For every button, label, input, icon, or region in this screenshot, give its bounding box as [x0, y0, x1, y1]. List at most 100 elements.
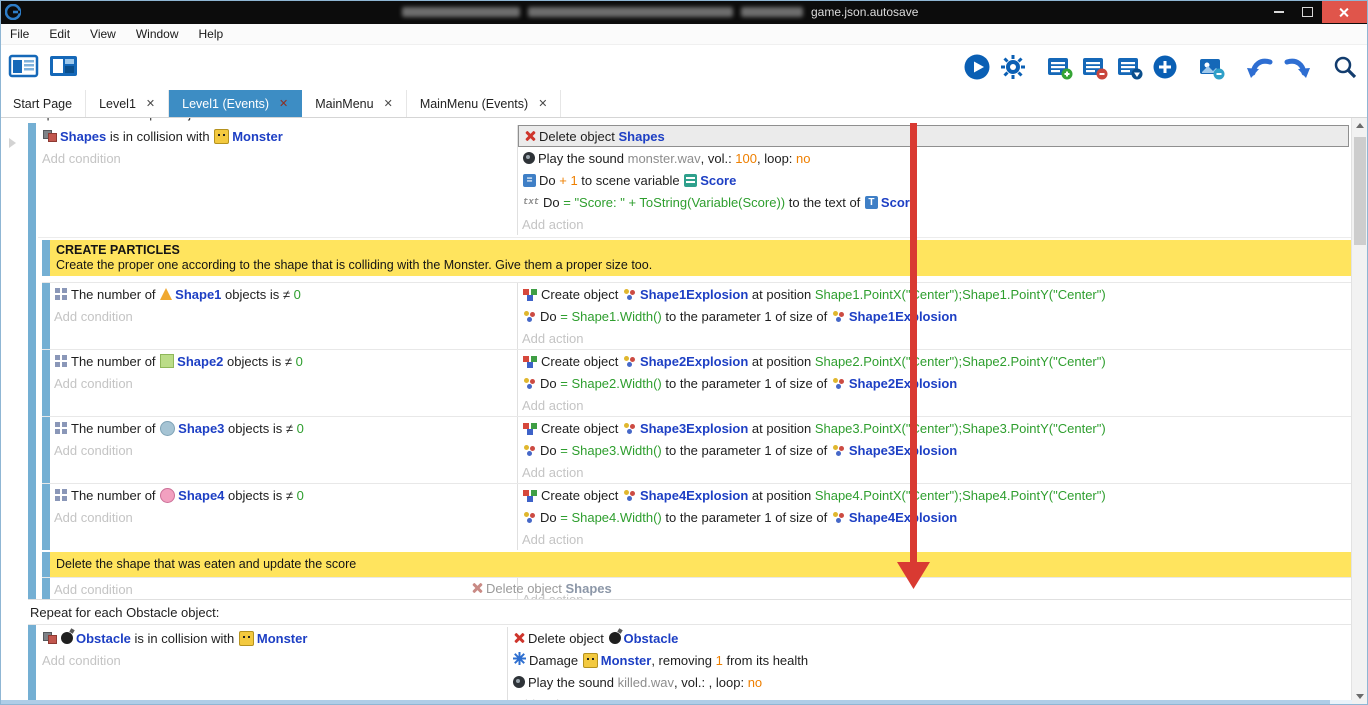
- particle-icon: [523, 377, 537, 390]
- menu-file[interactable]: File: [0, 24, 39, 44]
- debug-icon[interactable]: [1000, 54, 1026, 80]
- action-create-shape2-explosion[interactable]: Create object Shape2Explosion at positio…: [518, 350, 1352, 372]
- add-condition[interactable]: Add condition: [50, 372, 517, 394]
- window-title: game.json.autosave: [402, 5, 918, 19]
- sub-event-empty[interactable]: Add condition Add action Delete object S…: [42, 577, 1352, 599]
- vertical-scrollbar[interactable]: [1351, 117, 1368, 705]
- scroll-down-icon[interactable]: [1352, 688, 1367, 705]
- condition-shapes-collision-monster[interactable]: Shapes is in collision with Monster: [38, 125, 517, 147]
- tab-close-icon[interactable]: ✕: [384, 97, 393, 110]
- comment-create-particles[interactable]: CREATE PARTICLES Create the proper one a…: [42, 240, 1352, 276]
- add-event-icon[interactable]: [1047, 54, 1073, 80]
- add-action[interactable]: Add action: [518, 327, 1352, 349]
- event-repeat-obstacle[interactable]: Obstacle is in collision with Monster Ad…: [28, 624, 1352, 700]
- action-create-shape1-explosion[interactable]: Create object Shape1Explosion at positio…: [518, 283, 1352, 305]
- condition-shape2-count[interactable]: The number of Shape2 objects is ≠ 0: [50, 350, 517, 372]
- object-count-icon: [55, 288, 68, 301]
- close-button[interactable]: [1322, 1, 1367, 23]
- image-bank-icon[interactable]: [1199, 54, 1225, 80]
- add-action[interactable]: Add action: [518, 528, 1352, 550]
- add-subevent-icon[interactable]: [1082, 54, 1108, 80]
- action-create-shape3-explosion[interactable]: Create object Shape3Explosion at positio…: [518, 417, 1352, 439]
- add-object-icon[interactable]: [1152, 54, 1178, 80]
- collapse-marker-icon[interactable]: [9, 138, 16, 148]
- redo-icon[interactable]: [1283, 55, 1311, 79]
- particle-icon: [832, 377, 846, 390]
- tab-start-page[interactable]: Start Page: [0, 90, 86, 117]
- add-condition[interactable]: Add condition: [38, 147, 517, 169]
- shape2-square-icon: [160, 354, 174, 368]
- shape4-flower-icon: [160, 488, 175, 503]
- shape3-circle-icon: [160, 421, 175, 436]
- text-object-icon: [865, 196, 878, 209]
- action-set-shape4-explosion-size[interactable]: Do = Shape4.Width() to the parameter 1 o…: [518, 506, 1352, 528]
- preview-play-icon[interactable]: [963, 53, 991, 81]
- sub-event-shape1[interactable]: The number of Shape1 objects is ≠ 0 Add …: [42, 282, 1352, 349]
- menu-help[interactable]: Help: [189, 24, 234, 44]
- score-variable-icon: [684, 174, 697, 187]
- tab-close-icon[interactable]: ✕: [279, 97, 288, 110]
- action-delete-obstacle[interactable]: Delete object Obstacle: [508, 627, 1352, 649]
- horizontal-scrollbar[interactable]: [0, 700, 1352, 705]
- particle-icon: [623, 422, 637, 435]
- action-set-shape3-explosion-size[interactable]: Do = Shape3.Width() to the parameter 1 o…: [518, 439, 1352, 461]
- search-icon[interactable]: [1332, 54, 1358, 80]
- titlebar: game.json.autosave: [0, 0, 1368, 24]
- add-comment-icon[interactable]: [1117, 54, 1143, 80]
- undo-icon[interactable]: [1246, 55, 1274, 79]
- action-add-score-variable[interactable]: Do + 1 to scene variable Score: [518, 169, 1352, 191]
- create-object-icon: [523, 355, 538, 368]
- condition-obstacle-collision-monster[interactable]: Obstacle is in collision with Monster: [38, 627, 507, 649]
- sub-event-shape2[interactable]: The number of Shape2 objects is ≠ 0 Add …: [42, 349, 1352, 416]
- action-create-shape4-explosion[interactable]: Create object Shape4Explosion at positio…: [518, 484, 1352, 506]
- add-action[interactable]: Add action: [518, 461, 1352, 483]
- action-play-sound-monster[interactable]: Play the sound monster.wav , vol.: 100 ,…: [518, 147, 1352, 169]
- add-condition[interactable]: Add condition: [50, 305, 517, 327]
- maximize-button[interactable]: [1293, 1, 1322, 23]
- minimize-button[interactable]: [1264, 1, 1293, 23]
- sub-event-shape3[interactable]: The number of Shape3 objects is ≠ 0 Add …: [42, 416, 1352, 483]
- sub-event-shape4[interactable]: The number of Shape4 objects is ≠ 0 Add …: [42, 483, 1352, 550]
- add-action[interactable]: Add action: [518, 588, 1352, 600]
- monster-icon: [239, 631, 254, 646]
- tab-close-icon[interactable]: ✕: [146, 97, 155, 110]
- event-repeat-shapes[interactable]: Shapes is in collision with Monster Add …: [28, 123, 1352, 600]
- delete-icon: [524, 130, 536, 142]
- tab-close-icon[interactable]: ✕: [538, 97, 547, 110]
- condition-shape3-count[interactable]: The number of Shape3 objects is ≠ 0: [50, 417, 517, 439]
- tab-level1-events[interactable]: Level1 (Events) ✕: [169, 90, 302, 117]
- condition-shape4-count[interactable]: The number of Shape4 objects is ≠ 0: [50, 484, 517, 506]
- event-header-repeat-obstacle[interactable]: Repeat for each Obstacle object:: [30, 603, 1352, 622]
- action-set-shape2-explosion-size[interactable]: Do = Shape2.Width() to the parameter 1 o…: [518, 372, 1352, 394]
- event-indent-bar: [28, 123, 36, 599]
- project-manager-icon[interactable]: [48, 51, 80, 81]
- scrollbar-thumb[interactable]: [1354, 137, 1366, 245]
- tab-level1[interactable]: Level1 ✕: [86, 90, 169, 117]
- menu-window[interactable]: Window: [126, 24, 189, 44]
- event-sheet[interactable]: Repeat for each Shapes object: Shapes is…: [0, 117, 1352, 700]
- comment-body: Create the proper one according to the s…: [56, 258, 1344, 273]
- add-condition[interactable]: Add condition: [50, 439, 517, 461]
- add-action[interactable]: Add action: [508, 693, 1352, 700]
- scroll-up-icon[interactable]: [1352, 117, 1367, 134]
- menu-edit[interactable]: Edit: [39, 24, 80, 44]
- action-set-shape1-explosion-size[interactable]: Do = Shape1.Width() to the parameter 1 o…: [518, 305, 1352, 327]
- action-update-score-text[interactable]: Do = "Score: " + ToString(Variable(Score…: [518, 191, 1352, 213]
- action-delete-shapes[interactable]: Delete object Shapes: [518, 125, 1349, 147]
- condition-shape1-count[interactable]: The number of Shape1 objects is ≠ 0: [50, 283, 517, 305]
- action-damage-monster[interactable]: Damage Monster , removing 1 from its hea…: [508, 649, 1352, 671]
- open-project-icon[interactable]: [8, 51, 40, 81]
- scrollbar-thumb[interactable]: [0, 700, 1330, 705]
- add-condition[interactable]: Add condition: [38, 649, 507, 671]
- tab-mainmenu-events[interactable]: MainMenu (Events) ✕: [407, 90, 562, 117]
- menu-view[interactable]: View: [80, 24, 126, 44]
- add-action[interactable]: Add action: [518, 394, 1352, 416]
- add-action[interactable]: Add action: [518, 213, 1352, 235]
- tab-mainmenu[interactable]: MainMenu ✕: [302, 90, 407, 117]
- particle-icon: [623, 489, 637, 502]
- drag-ghost-delete-shapes: Delete object Shapes: [466, 577, 612, 599]
- add-condition[interactable]: Add condition: [50, 578, 517, 600]
- comment-delete-shape[interactable]: Delete the shape that was eaten and upda…: [42, 552, 1352, 577]
- action-play-sound-killed[interactable]: Play the sound killed.wav , vol.: , loop…: [508, 671, 1352, 693]
- add-condition[interactable]: Add condition: [50, 506, 517, 528]
